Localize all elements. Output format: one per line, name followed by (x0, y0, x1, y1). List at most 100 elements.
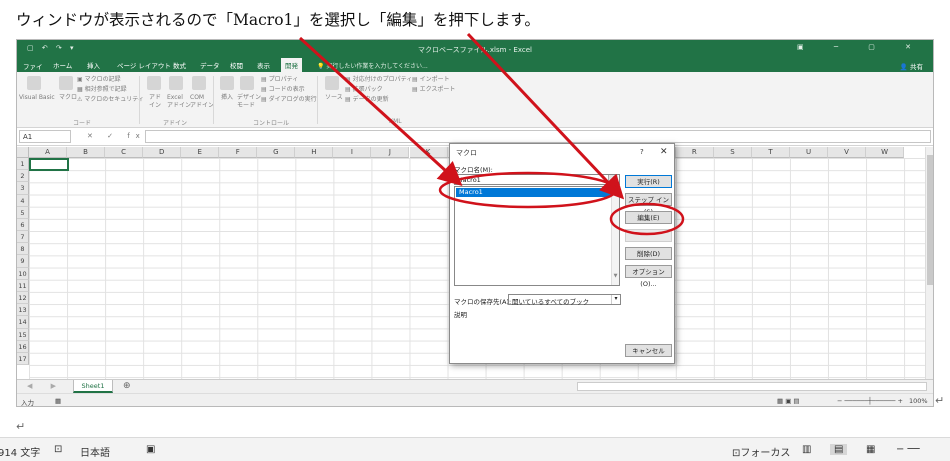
view-buttons-icon[interactable]: ▦ ▣ ▤ (777, 397, 800, 405)
web-layout-icon[interactable]: ▦ (866, 444, 875, 455)
column-header[interactable]: U (790, 147, 829, 158)
column-header[interactable]: G (257, 147, 296, 158)
location-select[interactable]: 開いているすべてのブック ▾ (508, 294, 621, 306)
word-count[interactable]: 914 文字 (0, 444, 40, 459)
row-header[interactable]: 11 (17, 279, 29, 292)
macro-list[interactable]: Macro1 ▲ ▼ (454, 186, 620, 286)
column-header[interactable]: C (105, 147, 144, 158)
print-layout-icon[interactable]: ▤ (830, 444, 848, 455)
macro-label[interactable]: マクロ (59, 94, 77, 102)
step-in-button[interactable]: ステップ イン(S) (625, 193, 672, 216)
xml-source-label[interactable]: ソース (325, 94, 343, 102)
column-header[interactable]: S (713, 147, 752, 158)
cancel-button[interactable]: キャンセル (625, 344, 672, 357)
edit-button[interactable]: 編集(E) (625, 211, 672, 224)
visual-basic-icon[interactable] (27, 76, 41, 90)
row-header[interactable]: 13 (17, 304, 29, 317)
column-header[interactable]: J (371, 147, 410, 158)
sheet-nav-arrows-icon[interactable]: ◀ ▶ (27, 382, 64, 390)
name-box[interactable]: A1 (19, 130, 71, 143)
options-button[interactable]: オプション(O)... (625, 265, 672, 288)
column-header[interactable]: V (828, 147, 867, 158)
create-button[interactable]: 作成(C) (625, 229, 672, 242)
macro-icon[interactable] (59, 76, 73, 90)
refresh-data-button[interactable]: ▤ データの更新 (345, 96, 389, 104)
macro-security-button[interactable]: ⚠ マクロのセキュリティ (77, 96, 144, 104)
tab-developer[interactable]: 開発 (281, 58, 302, 72)
tab-insert[interactable]: 挿入 (87, 60, 100, 70)
com-addin-label[interactable]: COM アドイン (190, 94, 214, 110)
tab-page-layout[interactable]: ページ レイアウト (117, 60, 171, 70)
properties-button[interactable]: ▤ プロパティ (261, 76, 298, 84)
column-header[interactable]: F (219, 147, 258, 158)
run-dialog-button[interactable]: ▤ ダイアログの実行 (261, 96, 317, 104)
column-header[interactable]: I (333, 147, 372, 158)
relative-ref-button[interactable]: ▦ 相対参照で記録 (77, 86, 127, 94)
addin-icon[interactable] (147, 76, 161, 90)
row-header[interactable]: 6 (17, 218, 29, 232)
tab-view[interactable]: 表示 (257, 60, 270, 70)
language-indicator[interactable]: 日本語 (80, 444, 110, 459)
window-controls-icon[interactable]: ▣ ─ ▢ ✕ (797, 43, 925, 51)
macro-record-status-icon[interactable]: ▦ (55, 397, 61, 405)
design-mode-label[interactable]: デザイン モード (237, 94, 261, 110)
sheet-tab-sheet1[interactable]: Sheet1 (73, 380, 113, 393)
focus-mode-button[interactable]: ⊡フォーカス (732, 444, 790, 459)
row-header[interactable]: 3 (17, 182, 29, 195)
column-header[interactable]: K (409, 147, 448, 158)
view-code-button[interactable]: ▤ コードの表示 (261, 86, 305, 94)
visual-basic-label[interactable]: Visual Basic (19, 94, 55, 102)
excel-addin-icon[interactable] (169, 76, 183, 90)
column-header[interactable]: D (143, 147, 182, 158)
select-all-corner[interactable] (17, 147, 29, 158)
tell-me-box[interactable]: 💡 実行したい作業を入力してください... (317, 61, 428, 70)
row-header[interactable]: 9 (17, 255, 29, 268)
expansion-pack-button[interactable]: ▤ 拡張パック (345, 86, 383, 94)
column-header[interactable]: R (675, 147, 714, 158)
insert-control-label[interactable]: 挿入 (221, 94, 233, 102)
delete-button[interactable]: 削除(D) (625, 247, 672, 260)
import-button[interactable]: ▤ インポート (412, 76, 450, 84)
column-header[interactable]: W (866, 147, 905, 158)
macro-record-icon[interactable]: ▣ (146, 444, 155, 455)
zoom-slider[interactable]: − ──────┼────── + (837, 397, 903, 405)
vertical-scroll-thumb[interactable] (927, 155, 933, 285)
tab-formulas[interactable]: 数式 (173, 60, 186, 70)
design-mode-icon[interactable] (240, 76, 254, 90)
row-header[interactable]: 5 (17, 206, 29, 219)
row-header[interactable]: 12 (17, 291, 29, 305)
export-button[interactable]: ▤ エクスポート (412, 86, 455, 94)
row-header[interactable]: 4 (17, 194, 29, 207)
active-cell-a1[interactable] (29, 158, 69, 171)
tab-file[interactable]: ファイル (17, 58, 47, 81)
tab-home[interactable]: ホーム (53, 60, 72, 70)
chevron-down-icon[interactable]: ▾ (611, 295, 620, 304)
read-mode-icon[interactable]: ▥ (802, 444, 811, 455)
macro-name-input[interactable]: Macro1 (454, 174, 620, 185)
row-header[interactable]: 15 (17, 328, 29, 341)
row-header[interactable]: 16 (17, 340, 29, 353)
vertical-scrollbar[interactable] (925, 147, 933, 379)
row-header[interactable]: 8 (17, 243, 29, 256)
insert-control-icon[interactable] (220, 76, 234, 90)
row-header[interactable]: 17 (17, 352, 29, 366)
row-header[interactable]: 7 (17, 231, 29, 244)
collapse-picker-icon[interactable]: ▲ (608, 175, 618, 184)
xml-source-icon[interactable] (325, 76, 339, 90)
proofing-icon[interactable]: ⊡ (54, 444, 62, 455)
com-addin-icon[interactable] (192, 76, 206, 90)
scroll-down-icon[interactable]: ▼ (612, 273, 619, 279)
record-macro-button[interactable]: ▣ マクロの記録 (77, 76, 121, 84)
column-header[interactable]: T (751, 147, 790, 158)
formula-input[interactable] (145, 130, 931, 143)
horizontal-scrollbar[interactable] (577, 382, 927, 391)
run-button[interactable]: 実行(R) (625, 175, 672, 188)
column-header[interactable]: H (295, 147, 334, 158)
add-sheet-icon[interactable]: ⊕ (123, 381, 131, 391)
zoom-out-icon[interactable]: − ── (896, 444, 920, 455)
close-icon[interactable]: ✕ (660, 147, 668, 157)
column-header[interactable]: B (67, 147, 106, 158)
zoom-level[interactable]: 100% (909, 397, 928, 405)
excel-addin-label[interactable]: Excel アドイン (167, 94, 191, 110)
tab-review[interactable]: 校閲 (230, 60, 243, 70)
